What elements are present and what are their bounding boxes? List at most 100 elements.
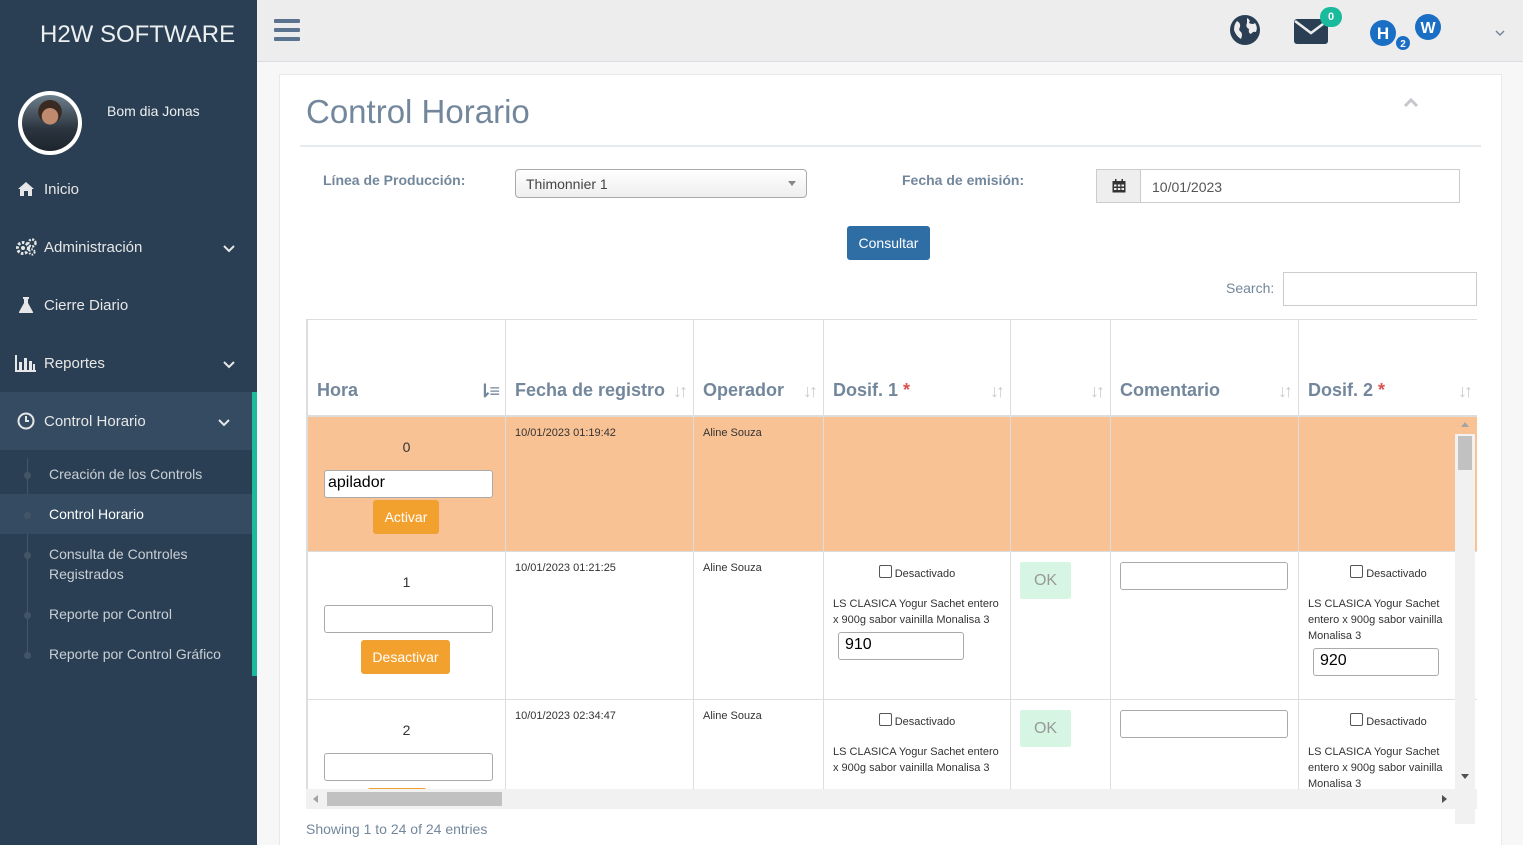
nav-label: Cierre Diario <box>44 296 129 314</box>
user-menu-chevron-icon[interactable] <box>1495 24 1505 42</box>
horizontal-scrollbar[interactable] <box>306 789 1477 809</box>
select-arrow-icon <box>788 181 796 186</box>
checkbox-label: Desactivado <box>894 568 956 580</box>
nav-label: Inicio <box>44 180 80 198</box>
cell-operador: Aline Souza <box>693 415 824 552</box>
scrollbar-thumb[interactable] <box>327 792 502 806</box>
svg-text:W: W <box>1420 20 1436 37</box>
col-fecha-registro[interactable]: Fecha de registro ↓↑ <box>505 319 694 417</box>
ok-status-badge: OK <box>1020 562 1071 599</box>
gears-icon <box>15 238 37 256</box>
nav-control-horario[interactable]: Control Horario <box>0 392 257 450</box>
chevron-down-icon <box>223 356 235 373</box>
product-name: LS CLASICA Yogur Sachet entero x 900g sa… <box>1308 746 1443 790</box>
scrollbar-thumb[interactable] <box>1458 436 1472 470</box>
hora-number: 2 <box>402 722 411 738</box>
h2w-logo[interactable]: H2 W <box>1368 12 1442 55</box>
page-title: Control Horario <box>306 93 530 130</box>
deactivate-button[interactable]: Desactivar <box>361 640 450 674</box>
product-name: LS CLASICA Yogur Sachet entero x 900g sa… <box>833 746 999 774</box>
cell-fecha: 10/01/2023 01:21:25 <box>505 551 694 700</box>
sort-icon: ↓↑ <box>1278 380 1293 401</box>
hora-number: 0 <box>402 438 411 455</box>
dosif-1-value-input[interactable]: 910 <box>838 632 964 660</box>
emission-date-input[interactable]: 10/01/2023 <box>1141 170 1459 202</box>
scroll-up-arrow-icon[interactable] <box>1461 422 1469 427</box>
dosif-2-checkbox[interactable] <box>1350 713 1364 726</box>
submenu-item-reporte[interactable]: Reporte por Control <box>0 594 252 634</box>
dosif-2-checkbox[interactable] <box>1350 565 1364 578</box>
sort-icon: ↓↑ <box>803 380 818 401</box>
cell-dosif-2 <box>1298 415 1477 552</box>
comment-input[interactable] <box>1120 562 1288 590</box>
nav-label: Control Horario <box>44 412 146 430</box>
table-header-row: Hora ⇂≡ Fecha de registro ↓↑ Operador ↓↑ Do… <box>307 319 1477 417</box>
col-dosif-1[interactable]: Dosif. 1 * ↓↑ <box>823 319 1011 417</box>
required-mark: * <box>903 379 911 400</box>
dosif-2-value-input[interactable]: 920 <box>1313 648 1439 676</box>
col-comentario[interactable]: Comentario ↓↑ <box>1110 319 1299 417</box>
chevron-down-icon <box>223 240 235 257</box>
checkbox-label: Desactivado <box>1366 568 1427 580</box>
flask-icon <box>15 296 37 314</box>
comment-input[interactable] <box>1120 710 1288 738</box>
emission-date-label: Fecha de emisión: <box>902 172 1025 188</box>
table-info: Showing 1 to 24 of 24 entries <box>306 821 488 837</box>
cell-status <box>1010 415 1111 552</box>
clock-icon <box>15 412 37 430</box>
scroll-left-arrow-icon[interactable] <box>313 795 318 803</box>
dosif-1-checkbox[interactable] <box>878 713 892 726</box>
cell-status: OK <box>1010 551 1111 700</box>
globe-icon[interactable] <box>1229 14 1261 51</box>
nav-label: Administración <box>44 238 143 256</box>
table-row: 1 Desactivar 10/01/2023 01:21:25 Aline S… <box>307 551 1477 700</box>
sidebar: H2W SOFTWARE Bom dia Jonas Inicio Admini… <box>0 0 257 845</box>
product-name: LS CLASICA Yogur Sachet entero x 900g sa… <box>1308 598 1443 642</box>
production-line-select[interactable]: Thimonnier 1 <box>515 169 807 198</box>
product-name: LS CLASICA Yogur Sachet entero x 900g sa… <box>833 598 999 626</box>
nav-reportes[interactable]: Reportes <box>0 334 257 392</box>
submenu-item-creacion[interactable]: Creación de los Controls <box>0 454 252 494</box>
activate-button[interactable]: Activar <box>373 499 439 534</box>
chevron-down-icon <box>218 414 230 431</box>
col-dosif-2[interactable]: Dosif. 2 * ↓↑ <box>1298 319 1477 417</box>
cell-comentario <box>1110 551 1299 700</box>
submenu-item-reporte-grafico[interactable]: Reporte por Control Gráfico <box>0 634 252 674</box>
scroll-right-arrow-icon[interactable] <box>1442 795 1447 803</box>
hora-text-input[interactable] <box>324 605 493 633</box>
vertical-scrollbar[interactable] <box>1455 422 1475 824</box>
submenu-item-consulta[interactable]: Consulta de Controles Registrados <box>0 534 210 594</box>
dosif-1-checkbox[interactable] <box>878 565 892 578</box>
col-operador[interactable]: Operador ↓↑ <box>693 319 824 417</box>
checkbox-label: Desactivado <box>894 716 956 728</box>
menu-toggle-icon[interactable] <box>274 19 300 46</box>
nav-inicio[interactable]: Inicio <box>0 160 257 218</box>
scroll-down-arrow-icon[interactable] <box>1461 774 1469 779</box>
data-table: Hora ⇂≡ Fecha de registro ↓↑ Operador ↓↑ Do… <box>306 319 1477 809</box>
col-status[interactable]: ↓↑ <box>1010 319 1111 417</box>
emission-date-field[interactable]: 10/01/2023 <box>1096 169 1460 203</box>
hora-text-input[interactable] <box>324 753 493 781</box>
nav-cierre-diario[interactable]: Cierre Diario <box>0 276 257 334</box>
calendar-icon[interactable] <box>1097 170 1141 202</box>
brand-title[interactable]: H2W SOFTWARE <box>0 0 257 70</box>
col-hora[interactable]: Hora ⇂≡ <box>307 319 506 417</box>
hora-number: 1 <box>402 574 411 590</box>
table-row: 0 apilador Activar 10/01/2023 01:19:42 A… <box>307 415 1477 552</box>
avatar[interactable] <box>18 91 82 155</box>
cell-hora: 0 apilador Activar <box>307 415 506 552</box>
search-input[interactable] <box>1283 272 1477 306</box>
cell-hora: 1 Desactivar <box>307 551 506 700</box>
submenu-item-control-horario[interactable]: Control Horario <box>0 494 252 534</box>
nav-administracion[interactable]: Administración <box>0 218 257 276</box>
collapse-chevron-icon[interactable] <box>1403 95 1419 113</box>
mail-count-badge: 0 <box>1320 7 1342 27</box>
consult-button[interactable]: Consultar <box>847 226 930 260</box>
hora-text-input[interactable]: apilador <box>324 469 493 498</box>
production-line-value: Thimonnier 1 <box>526 176 608 192</box>
cell-dosif-1 <box>823 415 1011 552</box>
search-label: Search: <box>1226 280 1275 296</box>
cell-fecha: 10/01/2023 01:19:42 <box>505 415 694 552</box>
bar-chart-icon <box>15 354 37 372</box>
sort-icon: ↓↑ <box>673 380 688 401</box>
